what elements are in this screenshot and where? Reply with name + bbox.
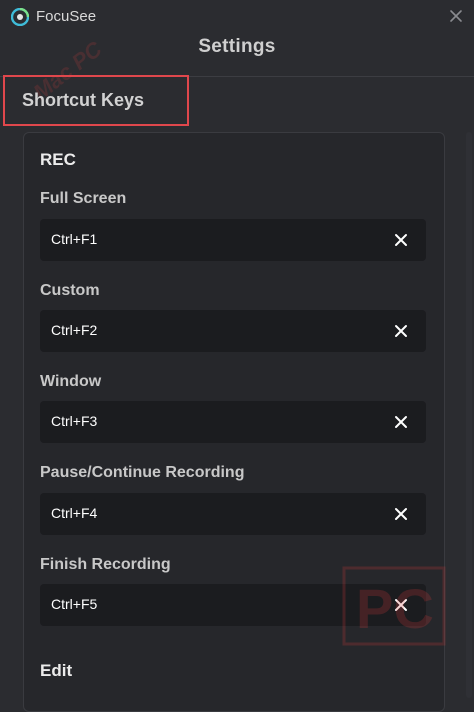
app-name: FocuSee [36,8,97,25]
shortcut-value: Ctrl+F4 [51,505,98,521]
shortcut-field-full-screen[interactable]: Ctrl+F1 [40,219,426,261]
clear-icon[interactable] [394,507,408,521]
title-bar: FocuSee [0,0,474,34]
shortcut-field-pause-continue[interactable]: Ctrl+F4 [40,493,426,535]
shortcut-field-finish-recording[interactable]: Ctrl+F5 [40,584,426,626]
label-custom: Custom [40,282,100,299]
close-icon[interactable] [446,6,466,26]
shortcut-value: Ctrl+F2 [51,322,98,338]
shortcut-value: Ctrl+F3 [51,413,98,429]
label-finish-recording: Finish Recording [40,556,171,573]
focusee-logo-icon [11,8,29,26]
clear-icon[interactable] [394,233,408,247]
shortcut-value: Ctrl+F1 [51,231,98,247]
label-pause-continue-recording: Pause/Continue Recording [40,464,245,481]
section-heading: Shortcut Keys [22,90,145,110]
shortcut-field-custom[interactable]: Ctrl+F2 [40,310,426,352]
clear-icon[interactable] [394,598,408,612]
group-title-edit: Edit [40,661,73,680]
label-window: Window [40,373,102,390]
shortcut-field-window[interactable]: Ctrl+F3 [40,401,426,443]
clear-icon[interactable] [394,415,408,429]
shortcut-value: Ctrl+F5 [51,596,98,612]
clear-icon[interactable] [394,324,408,338]
label-full-screen: Full Screen [40,190,127,207]
scrollbar[interactable] [466,132,472,698]
group-title-rec: REC [40,150,76,169]
settings-title: Settings [198,36,276,57]
